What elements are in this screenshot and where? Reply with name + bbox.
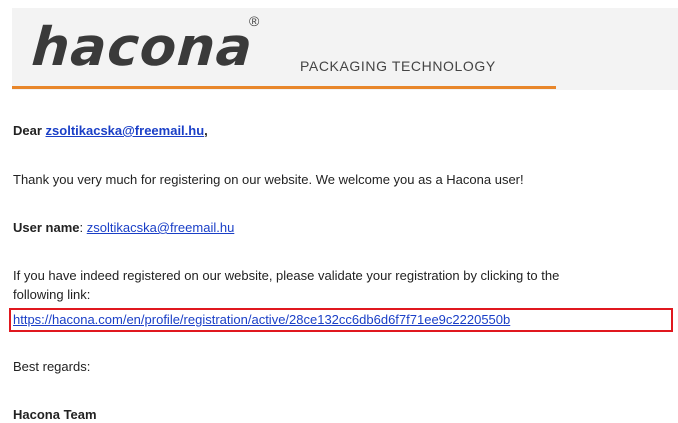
username-line: User name: zsoltikacska@freemail.hu — [13, 219, 234, 236]
hacona-logo: hacona — [29, 17, 255, 78]
validate-instructions-line2: following link: — [13, 287, 91, 302]
signature-text: Hacona Team — [13, 407, 97, 422]
closing-text: Best regards: — [13, 359, 91, 374]
greeting-line: Dear zsoltikacska@freemail.hu, — [13, 122, 208, 139]
username-separator: : — [79, 220, 87, 235]
greeting-suffix: , — [204, 123, 208, 138]
thank-you-text: Thank you very much for registering on o… — [13, 172, 524, 187]
email-header-banner: hacona ® PACKAGING TECHNOLOGY — [12, 8, 678, 90]
validate-instructions-line1: If you have indeed registered on our web… — [13, 268, 560, 283]
username-email-link[interactable]: zsoltikacska@freemail.hu — [87, 220, 235, 235]
activation-link-highlight — [9, 308, 673, 332]
email-view: hacona ® PACKAGING TECHNOLOGY Dear zsolt… — [0, 0, 678, 423]
logo-tagline: PACKAGING TECHNOLOGY — [300, 58, 496, 74]
header-divider — [12, 86, 556, 89]
greeting-email-link[interactable]: zsoltikacska@freemail.hu — [46, 123, 205, 138]
greeting-prefix: Dear — [13, 123, 46, 138]
username-label: User name — [13, 220, 80, 235]
registered-trademark-mark: ® — [249, 13, 260, 29]
